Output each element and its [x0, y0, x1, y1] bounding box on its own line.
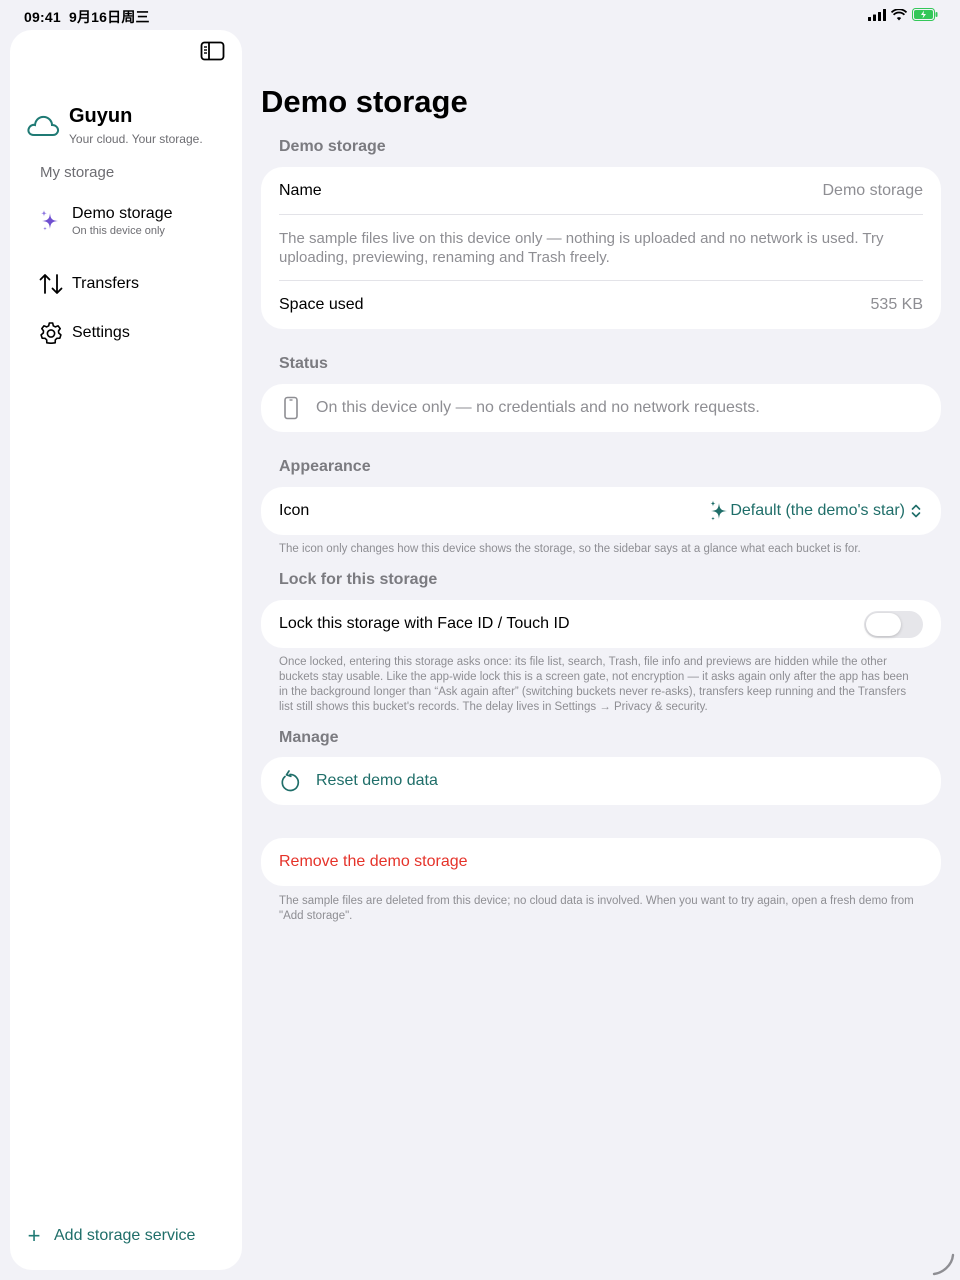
info-card: Name Demo storage The sample files live …: [261, 167, 941, 329]
sidebar-item-settings[interactable]: Settings: [38, 320, 130, 346]
group-label-status: Status: [279, 355, 328, 372]
reset-demo-label: Reset demo data: [316, 772, 438, 789]
reset-demo-button[interactable]: Reset demo data: [261, 757, 941, 805]
lock-row: Lock this storage with Face ID / Touch I…: [261, 600, 941, 648]
status-time: 09:41 9月16日周三: [24, 9, 150, 25]
cloud-icon: [27, 115, 60, 136]
brand-subtitle: Your cloud. Your storage.: [69, 132, 203, 146]
page-title: Demo storage: [261, 84, 468, 119]
name-row[interactable]: Name Demo storage: [261, 167, 941, 214]
plus-icon: +: [27, 1223, 41, 1248]
sidebar-item-label: Transfers: [72, 275, 139, 292]
status-icons: [868, 8, 938, 21]
sidebar-item-demo-storage[interactable]: Demo storage On this device only: [38, 205, 173, 237]
toggle-knob: [866, 612, 901, 636]
icon-picker-value: Default (the demo's star): [730, 502, 905, 519]
storage-description: The sample files live on this device onl…: [279, 230, 884, 266]
appearance-card: Icon Default (the demo's star): [261, 487, 941, 535]
resize-handle-icon[interactable]: [932, 1252, 956, 1276]
sidebar-toggle-icon: [200, 41, 225, 61]
icon-picker[interactable]: Default (the demo's star): [708, 499, 923, 523]
remove-demo-label: Remove the demo storage: [279, 853, 468, 870]
gear-icon: [38, 320, 64, 346]
icon-row: Icon Default (the demo's star): [261, 487, 941, 535]
lock-card: Lock this storage with Face ID / Touch I…: [261, 600, 941, 648]
group-label-appearance: Appearance: [279, 458, 371, 475]
wifi-icon: [891, 8, 907, 20]
remove-demo-button[interactable]: Remove the demo storage: [261, 838, 941, 886]
status-bar: 09:41 9月16日周三: [0, 0, 960, 30]
lock-footnote: Once locked, entering this storage asks …: [279, 656, 909, 713]
manage-card: Reset demo data: [261, 757, 941, 805]
sparkles-icon: [38, 208, 64, 234]
arrows-updown-icon: [38, 271, 64, 297]
group-label-lock: Lock for this storage: [279, 571, 438, 588]
status-row: On this device only — no credentials and…: [261, 384, 941, 432]
chevron-updown-icon: [911, 504, 921, 518]
brand: Guyun Your cloud. Your storage.: [26, 104, 203, 146]
battery-icon: [912, 8, 938, 21]
add-storage-service-button[interactable]: + Add storage service: [24, 1223, 196, 1248]
iphone-icon: [284, 396, 298, 420]
sidebar-section-label: My storage: [40, 164, 115, 181]
icon-label: Icon: [279, 502, 310, 519]
brand-title: Guyun: [69, 105, 133, 127]
name-label: Name: [279, 181, 322, 199]
name-value: Demo storage: [822, 181, 924, 199]
space-used-row: Space used 535 KB: [261, 281, 941, 329]
sidebar-item-sublabel: On this device only: [72, 225, 165, 237]
sparkles-icon: [710, 500, 728, 521]
sidebar: Guyun Your cloud. Your storage. My stora…: [10, 30, 242, 1270]
reset-arrow-icon: [281, 770, 300, 792]
lock-toggle[interactable]: [864, 610, 923, 638]
cellular-icon: [868, 8, 886, 21]
remove-card: Remove the demo storage: [261, 838, 941, 886]
space-used-label: Space used: [279, 296, 364, 313]
group-label-manage: Manage: [279, 729, 339, 746]
status-card: On this device only — no credentials and…: [261, 384, 941, 432]
space-used-value: 535 KB: [870, 296, 923, 313]
sidebar-item-label: Settings: [72, 324, 130, 341]
status-text: On this device only — no credentials and…: [316, 399, 760, 416]
sidebar-item-transfers[interactable]: Transfers: [38, 271, 139, 297]
appearance-footnote: The icon only changes how this device sh…: [279, 543, 861, 555]
add-storage-service-label: Add storage service: [54, 1227, 196, 1244]
sidebar-item-label: Demo storage: [72, 205, 173, 222]
sidebar-toggle-button[interactable]: [200, 40, 226, 62]
group-label-demo-storage: Demo storage: [279, 138, 386, 155]
remove-footnote: The sample files are deleted from this d…: [279, 895, 914, 922]
lock-label: Lock this storage with Face ID / Touch I…: [279, 615, 570, 632]
